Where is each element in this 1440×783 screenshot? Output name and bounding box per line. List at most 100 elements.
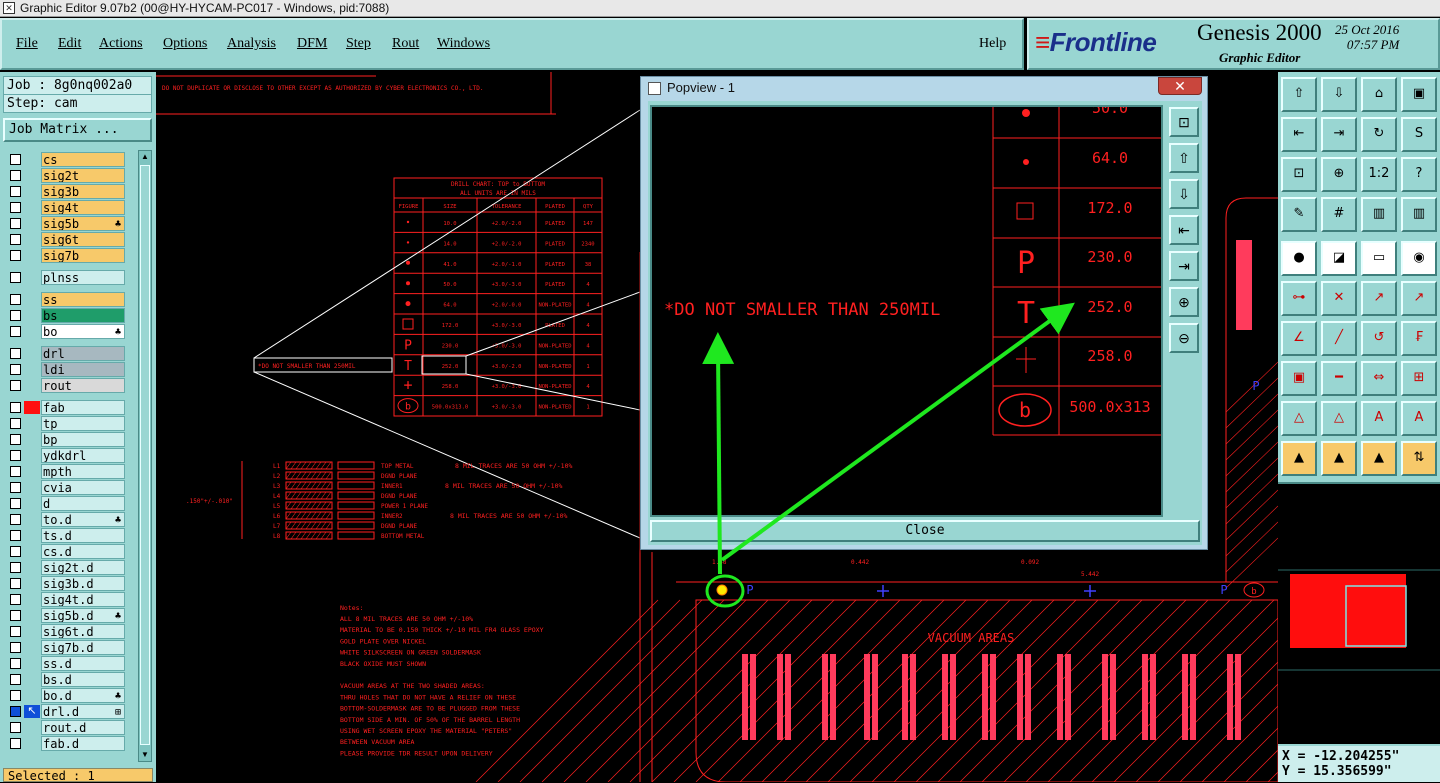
layer-swatch[interactable]: [24, 325, 40, 338]
layer-row-rout[interactable]: rout: [5, 378, 128, 393]
angle-line-icon[interactable]: ∠: [1281, 321, 1317, 356]
layer-swatch[interactable]: [24, 529, 40, 542]
layer-swatch[interactable]: [24, 657, 40, 670]
mirror-icon[interactable]: S: [1401, 117, 1437, 152]
layer-checkbox[interactable]: [10, 466, 21, 477]
draw-line-icon[interactable]: ╱: [1321, 321, 1357, 356]
layer-name[interactable]: plnss: [41, 270, 125, 285]
layer-checkbox[interactable]: [10, 434, 21, 445]
popview-window[interactable]: Popview - 1 ✕ 50.0 64.0 172.0 230.0 252.0 258…: [640, 76, 1208, 550]
layer-row-drl-d[interactable]: ↖ drl.d ⊞: [5, 704, 128, 719]
window-grid-icon[interactable]: ▣: [1401, 77, 1437, 112]
layer-name[interactable]: to.d ♣: [41, 512, 125, 527]
rotate-icon[interactable]: ↻: [1361, 117, 1397, 152]
layer-row-to-d[interactable]: to.d ♣: [5, 512, 128, 527]
popview-canvas[interactable]: 50.0 64.0 172.0 230.0 252.0 258.0 500.0x313 P Tb…: [650, 99, 1163, 517]
layer-swatch[interactable]: [24, 481, 40, 494]
fit-view-icon[interactable]: ⊡: [1281, 157, 1317, 192]
layer-row-bs-d[interactable]: bs.d: [5, 672, 128, 687]
menu-edit[interactable]: Edit: [58, 36, 81, 52]
layer-swatch[interactable]: [24, 249, 40, 262]
layer-swatch[interactable]: [24, 293, 40, 306]
layer-checkbox[interactable]: [10, 186, 21, 197]
menu-step[interactable]: Step: [346, 36, 371, 52]
text-font-icon[interactable]: ₣: [1401, 321, 1437, 356]
menu-dfm[interactable]: DFM: [297, 36, 327, 52]
layer-row-fab-d[interactable]: fab.d: [5, 736, 128, 751]
layer-checkbox[interactable]: [10, 626, 21, 637]
layer-name[interactable]: fab: [41, 400, 125, 415]
layer-row-rout-d[interactable]: rout.d: [5, 720, 128, 735]
layer-name[interactable]: bs: [41, 308, 125, 323]
close-window-button[interactable]: ✕: [1158, 77, 1202, 95]
layer-swatch[interactable]: [24, 673, 40, 686]
zoom-home-icon[interactable]: ⇧: [1281, 77, 1317, 112]
home-view-icon[interactable]: ⌂: [1361, 77, 1397, 112]
pointer-net-icon[interactable]: ⇅: [1401, 441, 1437, 476]
layer-checkbox[interactable]: [10, 546, 21, 557]
layer-swatch[interactable]: [24, 641, 40, 654]
layer-row-bs[interactable]: bs: [5, 308, 128, 323]
layer-name[interactable]: sig3b.d: [41, 576, 125, 591]
layer-name[interactable]: drl.d ⊞: [41, 704, 125, 719]
layer-row-sig7b-d[interactable]: sig7b.d: [5, 640, 128, 655]
menu-windows[interactable]: Windows: [437, 36, 490, 52]
layer-row-sig2t-d[interactable]: sig2t.d: [5, 560, 128, 575]
layer-row-mpth[interactable]: mpth: [5, 464, 128, 479]
layer-checkbox[interactable]: [10, 738, 21, 749]
layer-name[interactable]: sig3b: [41, 184, 125, 199]
layer-checkbox[interactable]: [10, 578, 21, 589]
layer-name[interactable]: cs.d: [41, 544, 125, 559]
layer-swatch[interactable]: [24, 363, 40, 376]
menu-actions[interactable]: Actions: [99, 36, 143, 52]
layer-row-sig7b[interactable]: sig7b: [5, 248, 128, 263]
layer-name[interactable]: ts.d: [41, 528, 125, 543]
layer-swatch[interactable]: [24, 309, 40, 322]
triangle-d-icon[interactable]: A: [1401, 401, 1437, 436]
layer-row-ss[interactable]: ss: [5, 292, 128, 307]
layer-swatch[interactable]: [24, 379, 40, 392]
layer-swatch[interactable]: [24, 185, 40, 198]
layer-row-d[interactable]: d: [5, 496, 128, 511]
zoom-fit-icon[interactable]: ⊡: [1169, 107, 1199, 137]
layer-name[interactable]: sig2t: [41, 168, 125, 183]
arc-icon[interactable]: ↺: [1361, 321, 1397, 356]
job-matrix-button[interactable]: Job Matrix ...: [3, 118, 152, 142]
pan-right-icon[interactable]: ⇥: [1321, 117, 1357, 152]
grid-icon[interactable]: #: [1321, 197, 1357, 232]
move-down-icon[interactable]: ⇩: [1169, 179, 1199, 209]
layer-checkbox[interactable]: [10, 562, 21, 573]
move-up-icon[interactable]: ⇧: [1169, 143, 1199, 173]
layer-name[interactable]: ss: [41, 292, 125, 307]
layer-checkbox[interactable]: [10, 690, 21, 701]
layer-swatch[interactable]: [24, 497, 40, 510]
layer-row-ldi[interactable]: ldi: [5, 362, 128, 377]
copy-icon[interactable]: ↗: [1401, 281, 1437, 316]
layer-row-drl[interactable]: drl: [5, 346, 128, 361]
layer-row-sig4t[interactable]: sig4t: [5, 200, 128, 215]
layer-swatch[interactable]: [24, 233, 40, 246]
layer-swatch[interactable]: [24, 593, 40, 606]
menu-rout[interactable]: Rout: [392, 36, 419, 52]
triangle-c-icon[interactable]: A: [1361, 401, 1397, 436]
zoom-in-icon[interactable]: ⊕: [1321, 157, 1357, 192]
layer-name[interactable]: ss.d: [41, 656, 125, 671]
layer-row-bo-d[interactable]: bo.d ♣: [5, 688, 128, 703]
snap-feature-icon[interactable]: ▥: [1401, 197, 1437, 232]
layer-name[interactable]: cvia: [41, 480, 125, 495]
layer-swatch[interactable]: [24, 721, 40, 734]
layer-swatch[interactable]: [24, 545, 40, 558]
layer-checkbox[interactable]: [10, 202, 21, 213]
minus-line-icon[interactable]: ━: [1321, 361, 1357, 396]
layer-name[interactable]: sig5b ♣: [41, 216, 125, 231]
layer-checkbox[interactable]: [10, 402, 21, 413]
layer-checkbox[interactable]: [10, 310, 21, 321]
triangle-b-icon[interactable]: △: [1321, 401, 1357, 436]
layer-row-sig5b[interactable]: sig5b ♣: [5, 216, 128, 231]
layer-row-cvia[interactable]: cvia: [5, 480, 128, 495]
layer-swatch[interactable]: [24, 401, 40, 414]
layer-swatch[interactable]: [24, 513, 40, 526]
layer-checkbox[interactable]: [10, 706, 21, 717]
layer-name[interactable]: cs: [41, 152, 125, 167]
ratio-1-2-icon[interactable]: 1:2: [1361, 157, 1397, 192]
